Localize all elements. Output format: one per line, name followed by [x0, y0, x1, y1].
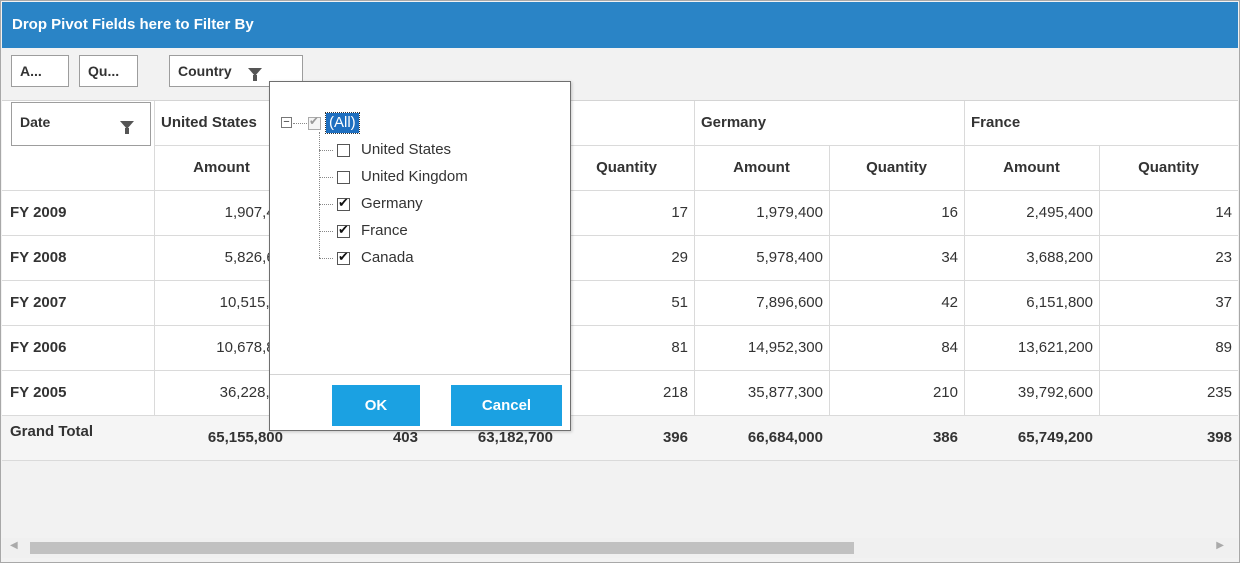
- grand-total-fr-quantity: 398: [1206, 429, 1232, 446]
- grand-total-de-quantity: 386: [932, 429, 958, 446]
- cell-de-amount: 1,979,400: [756, 204, 823, 221]
- scroll-right-arrow-icon[interactable]: ▶: [1216, 540, 1224, 551]
- column-header-germany[interactable]: Germany: [701, 101, 901, 145]
- horizontal-scrollbar[interactable]: ◀ ▶: [2, 538, 1238, 558]
- row-header[interactable]: FY 2006: [2, 326, 154, 370]
- cell-fr-amount: 39,792,600: [1017, 384, 1093, 401]
- scroll-left-arrow-icon[interactable]: ◀: [10, 540, 18, 551]
- grand-total-label[interactable]: Grand Total: [2, 416, 154, 460]
- filter-chip-amount[interactable]: A...: [11, 55, 69, 87]
- column-header-france[interactable]: France: [971, 101, 1171, 145]
- cell-de-quantity: 84: [941, 339, 958, 356]
- cell-de-amount: 5,978,400: [756, 249, 823, 266]
- measure-header-amount: Amount: [733, 159, 790, 176]
- grand-total-uk-quantity: 396: [662, 429, 688, 446]
- row-field-date-label: Date: [20, 114, 51, 130]
- grand-total-fr-amount: 65,749,200: [1017, 429, 1093, 446]
- filter-icon[interactable]: [247, 68, 262, 82]
- filter-item-label[interactable]: United States: [361, 140, 451, 160]
- country-filter-popup: − (All) United States United Kingdom Ger…: [269, 81, 571, 431]
- measure-header-quantity: Quantity: [596, 159, 657, 176]
- cell-fr-amount: 13,621,200: [1017, 339, 1093, 356]
- collapse-toggle-icon[interactable]: −: [281, 117, 292, 128]
- pivot-grid-control: Drop Pivot Fields here to Filter By A...…: [0, 0, 1240, 563]
- row-field-date[interactable]: Date: [11, 102, 151, 146]
- cell-de-amount: 7,896,600: [756, 294, 823, 311]
- row-header[interactable]: FY 2005: [2, 371, 154, 415]
- cell-uk-quantity: 51: [671, 294, 688, 311]
- cell-fr-quantity: 37: [1215, 294, 1232, 311]
- filter-item-label[interactable]: United Kingdom: [361, 167, 468, 187]
- measure-header-amount: Amount: [1003, 159, 1060, 176]
- measure-header-quantity: Quantity: [1138, 159, 1199, 176]
- filter-item-label[interactable]: Germany: [361, 194, 423, 214]
- filter-chip-quantity[interactable]: Qu...: [79, 55, 138, 87]
- checkbox-france[interactable]: [337, 222, 350, 238]
- cell-de-quantity: 16: [941, 204, 958, 221]
- column-header-united-states[interactable]: United States: [161, 101, 281, 145]
- grand-total-row: Grand Total 65,155,800 403 63,182,700 39…: [2, 416, 1238, 460]
- cell-fr-amount: 3,688,200: [1026, 249, 1093, 266]
- row-header[interactable]: FY 2007: [2, 281, 154, 325]
- row-header[interactable]: FY 2008: [2, 236, 154, 280]
- popup-divider: [270, 374, 570, 375]
- filter-icon[interactable]: [120, 121, 134, 134]
- cell-fr-quantity: 23: [1215, 249, 1232, 266]
- checkbox-united-states[interactable]: [337, 144, 350, 157]
- cell-fr-amount: 6,151,800: [1026, 294, 1093, 311]
- pivot-table: Date United States Germany France Amount…: [2, 101, 1238, 461]
- cell-de-quantity: 34: [941, 249, 958, 266]
- scrollbar-thumb[interactable]: [30, 542, 854, 554]
- checkbox-all[interactable]: [308, 114, 321, 130]
- checkbox-canada[interactable]: [337, 249, 350, 265]
- filter-item-all-label[interactable]: (All): [325, 112, 360, 134]
- cell-de-amount: 14,952,300: [747, 339, 823, 356]
- ok-button[interactable]: OK: [332, 385, 420, 426]
- cancel-button[interactable]: Cancel: [451, 385, 562, 426]
- filter-chip-country-label: Country: [178, 63, 232, 79]
- checkbox-germany[interactable]: [337, 195, 350, 211]
- cell-de-quantity: 210: [932, 384, 958, 401]
- cell-fr-amount: 2,495,400: [1026, 204, 1093, 221]
- cell-uk-quantity: 17: [671, 204, 688, 221]
- filter-drop-zone[interactable]: A... Qu... Country: [2, 48, 1238, 101]
- cell-de-quantity: 42: [941, 294, 958, 311]
- cell-uk-quantity: 81: [671, 339, 688, 356]
- cell-uk-quantity: 29: [671, 249, 688, 266]
- cell-fr-quantity: 14: [1215, 204, 1232, 221]
- filter-item-label[interactable]: Canada: [361, 248, 414, 268]
- measure-header-quantity: Quantity: [866, 159, 927, 176]
- row-header[interactable]: FY 2009: [2, 191, 154, 235]
- cell-fr-quantity: 235: [1206, 384, 1232, 401]
- filter-item-label[interactable]: France: [361, 221, 408, 241]
- filter-drop-zone-title: Drop Pivot Fields here to Filter By: [2, 2, 1238, 48]
- cell-de-amount: 35,877,300: [747, 384, 823, 401]
- grand-total-de-amount: 66,684,000: [747, 429, 823, 446]
- cell-uk-quantity: 218: [662, 384, 688, 401]
- cell-fr-quantity: 89: [1215, 339, 1232, 356]
- checkbox-united-kingdom[interactable]: [337, 171, 350, 184]
